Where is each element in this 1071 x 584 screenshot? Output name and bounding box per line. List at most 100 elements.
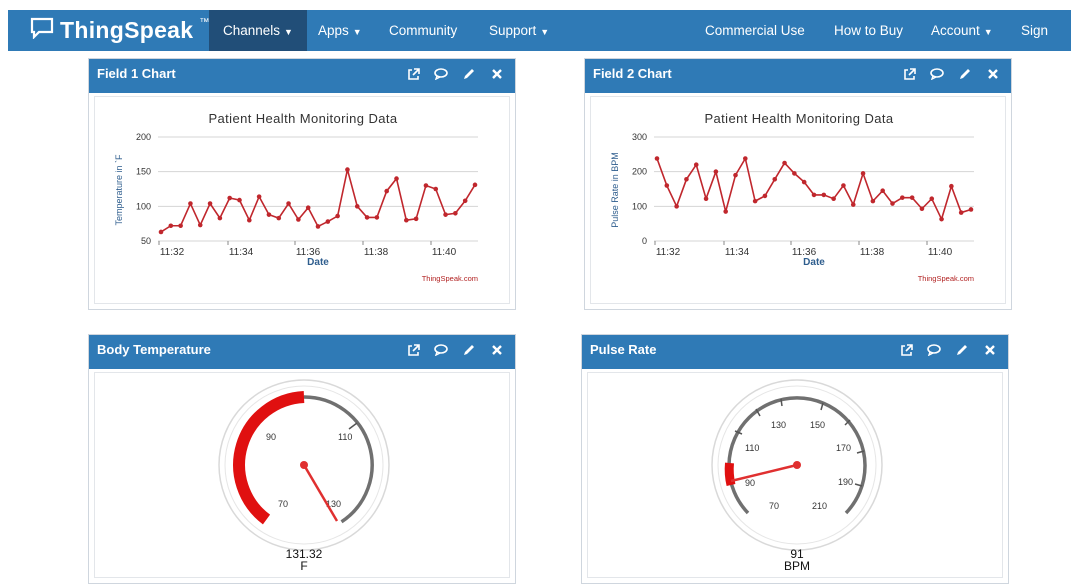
pencil-icon[interactable]: [955, 64, 975, 84]
nav-sign-out[interactable]: Sign Out: [1007, 10, 1071, 79]
x-tick-label: 11:40: [928, 247, 953, 258]
data-point: [217, 215, 223, 221]
temperature-gauge: 90 110 70 130 131.32 F: [218, 379, 390, 573]
data-point: [207, 201, 213, 206]
data-point: [404, 217, 409, 223]
gauge-tick-label: 190: [838, 477, 853, 487]
panel-header: Field 1 Chart: [89, 59, 515, 93]
data-point: [792, 171, 797, 176]
panel-title: Body Temperature: [97, 342, 211, 357]
nav-account[interactable]: Account ▼: [917, 10, 1007, 51]
nav-commercial-use[interactable]: Commercial Use: [691, 10, 819, 51]
pencil-icon[interactable]: [952, 340, 972, 360]
data-point: [472, 182, 478, 188]
gauge-tick-label: 110: [745, 443, 759, 453]
data-point: [821, 192, 827, 198]
data-point: [949, 183, 954, 189]
data-point: [158, 229, 164, 235]
pencil-icon[interactable]: [459, 340, 479, 360]
gauge-tick-label: 130: [771, 420, 786, 430]
comment-icon[interactable]: [431, 64, 451, 84]
gauge-tick-label: 110: [338, 432, 352, 442]
data-point: [900, 195, 905, 200]
chevron-down-icon: ▼: [983, 27, 993, 37]
y-tick-label: 200: [136, 132, 151, 142]
data-point: [354, 204, 360, 209]
x-tick-label: 11:32: [160, 247, 185, 258]
data-point: [919, 206, 925, 212]
data-point: [850, 202, 856, 207]
data-point: [364, 215, 370, 220]
nav-apps[interactable]: Apps ▼: [304, 10, 376, 51]
external-link-icon[interactable]: [896, 340, 916, 360]
panel-title: Field 2 Chart: [593, 66, 672, 81]
data-point: [713, 169, 719, 174]
data-point: [880, 188, 885, 194]
series-line: [656, 156, 972, 222]
external-link-icon[interactable]: [899, 64, 919, 84]
data-point: [394, 176, 399, 181]
data-point: [929, 196, 935, 202]
data-point: [968, 207, 974, 212]
pulse-rate-panel: Pulse Rate 90 110 130 150 170 190 70 210…: [581, 334, 1009, 584]
panel-header: Field 2 Chart: [585, 59, 1011, 93]
comment-icon[interactable]: [431, 340, 451, 360]
data-point: [296, 217, 301, 222]
data-point: [247, 217, 252, 223]
data-point: [674, 204, 679, 209]
comment-icon[interactable]: [924, 340, 944, 360]
data-point: [345, 167, 350, 172]
data-point: [811, 192, 817, 198]
y-tick-label: 100: [136, 201, 151, 211]
gauge-red-band: [724, 462, 736, 487]
close-icon[interactable]: [980, 340, 1000, 360]
gauge-tick-label: 170: [836, 443, 851, 453]
x-tick-label: 11:40: [432, 247, 457, 258]
panel-header: Body Temperature: [89, 335, 515, 369]
data-point: [782, 160, 787, 166]
nav-how-to-buy[interactable]: How to Buy: [820, 10, 917, 51]
nav-community[interactable]: Community: [375, 10, 471, 51]
field2-chart-panel: Field 2 Chart Patient Health Monitoring …: [584, 58, 1012, 310]
comment-icon[interactable]: [927, 64, 947, 84]
close-icon[interactable]: [487, 64, 507, 84]
y-tick-label: 50: [141, 236, 151, 246]
data-point: [723, 209, 728, 214]
chevron-down-icon: ▼: [540, 27, 550, 37]
panel-body: Patient Health Monitoring Data 50 100 150 20…: [94, 96, 510, 304]
x-tick-label: 11:32: [656, 247, 681, 258]
data-point: [831, 196, 836, 202]
data-point: [801, 179, 807, 185]
close-icon[interactable]: [487, 340, 507, 360]
nav-channels[interactable]: Channels ▼: [209, 10, 307, 51]
brand-name: ThingSpeak: [60, 16, 194, 43]
data-point: [305, 205, 311, 211]
data-point: [841, 183, 846, 188]
nav-support[interactable]: Support ▼: [475, 10, 563, 51]
y-tick-label: 100: [632, 201, 647, 211]
data-point: [335, 213, 340, 219]
panel-body: 90 110 70 130 131.32 F: [94, 372, 510, 578]
data-point: [443, 212, 448, 217]
body-temperature-panel: Body Temperature 90 110 70 130 131.32 F: [88, 334, 516, 584]
data-point: [939, 216, 944, 222]
chart-title: Patient Health Monitoring Data: [208, 111, 397, 126]
data-point: [384, 188, 389, 194]
x-axis-label: Date: [307, 257, 329, 268]
data-point: [733, 172, 738, 178]
pencil-icon[interactable]: [459, 64, 479, 84]
close-icon[interactable]: [983, 64, 1003, 84]
brand[interactable]: ThingSpeak ™: [30, 16, 209, 44]
data-point: [743, 156, 748, 161]
data-point: [664, 183, 670, 188]
y-tick-label: 150: [136, 167, 151, 177]
y-tick-label: 300: [632, 132, 647, 142]
external-link-icon[interactable]: [403, 340, 423, 360]
field2-line-chart: Patient Health Monitoring Data 0 100 200 300…: [610, 111, 974, 283]
data-point: [860, 171, 866, 176]
data-point: [433, 186, 439, 192]
gauge-tick-label: 90: [745, 478, 755, 488]
external-link-icon[interactable]: [403, 64, 423, 84]
data-point: [374, 215, 380, 220]
panel-header: Pulse Rate: [582, 335, 1008, 369]
